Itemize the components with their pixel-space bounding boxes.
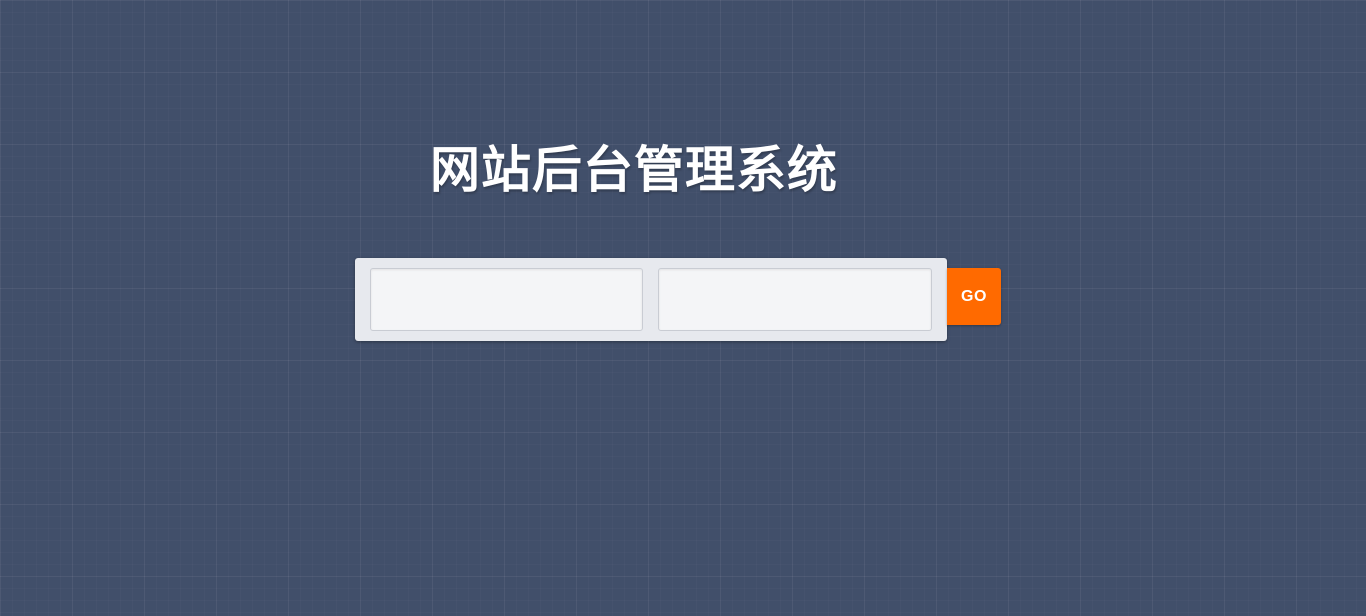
page-title: 网站后台管理系统 [430,141,838,199]
password-input[interactable] [658,268,932,331]
login-form [355,258,947,341]
username-input[interactable] [370,268,643,331]
go-button[interactable]: GO [947,268,1001,325]
